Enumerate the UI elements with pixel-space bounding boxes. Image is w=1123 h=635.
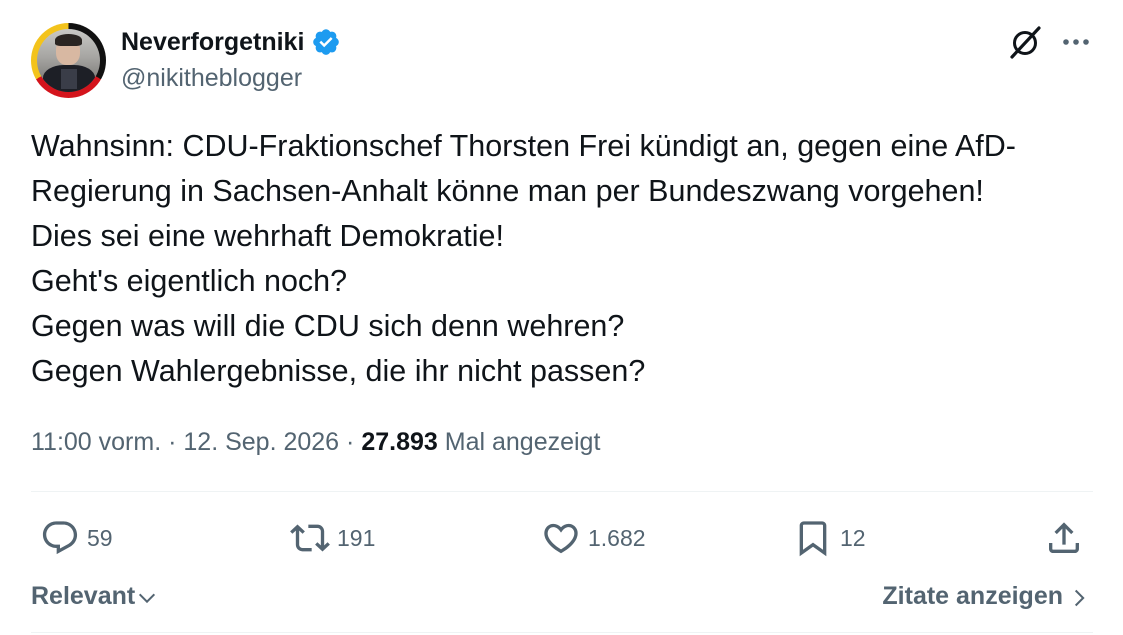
tweet-time[interactable]: 11:00 vorm. bbox=[31, 428, 161, 456]
tweet-text-line: Geht's eigentlich noch? bbox=[31, 264, 348, 298]
share-icon bbox=[1049, 522, 1079, 553]
views-count[interactable]: 27.893 bbox=[361, 428, 437, 456]
author-display-name[interactable]: Neverforgetniki bbox=[121, 24, 304, 60]
reply-icon bbox=[42, 521, 78, 555]
view-quotes-link[interactable]: Zitate anzeigen bbox=[882, 578, 1089, 614]
views-label[interactable]: Mal angezeigt bbox=[445, 428, 601, 456]
quotes-label: Zitate anzeigen bbox=[882, 581, 1063, 610]
chevron-right-icon bbox=[1074, 589, 1085, 606]
meta-separator: · bbox=[168, 428, 177, 456]
bookmark-icon bbox=[799, 521, 827, 557]
avatar-photo bbox=[37, 29, 100, 92]
share-button[interactable] bbox=[1044, 516, 1084, 560]
author-name-row[interactable]: Neverforgetniki bbox=[121, 24, 341, 60]
repost-button[interactable]: 191 bbox=[290, 516, 375, 560]
reply-count: 59 bbox=[87, 524, 113, 551]
author-handle[interactable]: @nikitheblogger bbox=[121, 62, 302, 94]
tweet-text: Wahnsinn: CDU-Fraktionschef Thorsten Fre… bbox=[31, 124, 1101, 394]
bookmark-button[interactable]: 12 bbox=[793, 516, 866, 560]
grok-icon[interactable] bbox=[1006, 24, 1044, 62]
sort-relevant-dropdown[interactable]: Relevant bbox=[31, 578, 158, 614]
chevron-down-icon bbox=[139, 593, 156, 604]
meta-separator: · bbox=[346, 428, 355, 456]
like-icon bbox=[544, 523, 578, 554]
repost-count: 191 bbox=[337, 524, 376, 551]
tweet: Neverforgetniki @nikitheblogger Wahnsinn… bbox=[0, 0, 1123, 635]
tweet-text-line: Gegen Wahlergebnisse, die ihr nicht pass… bbox=[31, 354, 646, 388]
bookmark-count: 12 bbox=[840, 524, 866, 551]
reply-button[interactable]: 59 bbox=[40, 516, 113, 560]
tweet-text-line: Wahnsinn: CDU-Fraktionschef Thorsten Fre… bbox=[31, 129, 1016, 163]
tweet-text-line: Dies sei eine wehrhaft Demokratie! bbox=[31, 219, 504, 253]
divider bbox=[31, 632, 1093, 633]
like-count: 1.682 bbox=[588, 524, 646, 551]
repost-icon bbox=[290, 524, 330, 552]
tweet-text-line: Gegen was will die CDU sich denn wehren? bbox=[31, 309, 625, 343]
more-icon[interactable] bbox=[1058, 28, 1094, 56]
tweet-meta: 11:00 vorm. · 12. Sep. 2026 · 27.893 Mal… bbox=[31, 422, 600, 462]
avatar[interactable] bbox=[31, 23, 106, 98]
tweet-text-line: Regierung in Sachsen-Anhalt könne man pe… bbox=[31, 174, 984, 208]
like-button[interactable]: 1.682 bbox=[541, 516, 646, 560]
divider bbox=[31, 491, 1093, 492]
verified-badge-icon[interactable] bbox=[311, 27, 341, 57]
sort-label: Relevant bbox=[31, 581, 136, 610]
tweet-date[interactable]: 12. Sep. 2026 bbox=[183, 428, 339, 456]
